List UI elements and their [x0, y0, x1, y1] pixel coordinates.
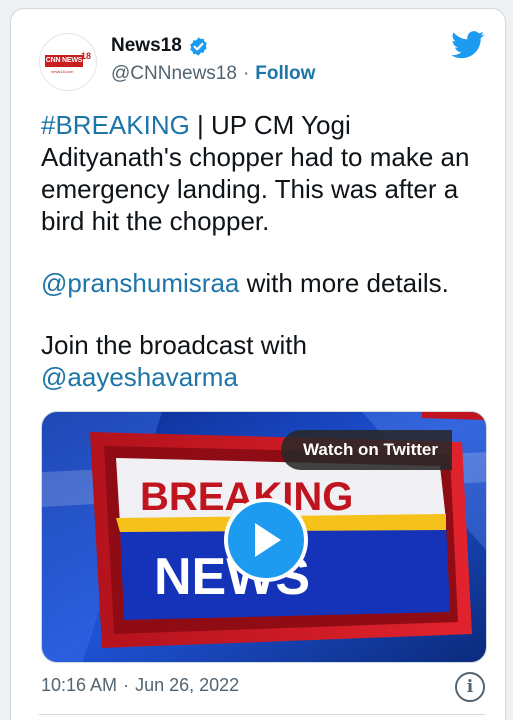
tweet-timestamp[interactable]: 10:16 AM · Jun 26, 2022	[41, 675, 239, 696]
info-icon[interactable]: i	[455, 672, 485, 702]
divider	[39, 714, 485, 715]
play-icon	[255, 523, 281, 557]
author-handle-row: @CNNnews18 · Follow	[111, 63, 315, 85]
logo-number: 18	[81, 51, 92, 61]
mention-link-1[interactable]: @pranshumisraa	[41, 268, 239, 298]
tweet-text: #BREAKING | UP CM Yogi Adityanath's chop…	[41, 109, 491, 393]
handle-separator: ·	[242, 63, 250, 84]
avatar[interactable]: CNN NEWS 18 news18.com	[39, 33, 97, 91]
timestamp-separator: ·	[123, 675, 130, 695]
tweet-card: CNN NEWS 18 news18.com News18 @CNNnews18…	[10, 8, 506, 720]
news18-logo: CNN NEWS 18 news18.com	[45, 51, 92, 74]
logo-cnn-text: CNN NEWS	[45, 55, 83, 67]
twitter-bird-icon[interactable]	[451, 31, 485, 59]
tweet-paragraph-1: #BREAKING | UP CM Yogi Adityanath's chop…	[41, 109, 491, 237]
tweet-text-3: Join the broadcast with	[41, 330, 307, 360]
tweet-paragraph-2: @pranshumisraa with more details.	[41, 267, 491, 299]
tweet-paragraph-4: @aayeshavarma	[41, 361, 491, 393]
watch-on-twitter-button[interactable]: Watch on Twitter	[280, 430, 452, 470]
video-media[interactable]: BREAKING NEWS Watch on Twitter	[41, 411, 487, 663]
verified-badge-icon	[190, 36, 207, 56]
follow-button[interactable]: Follow	[255, 63, 315, 85]
author-display-name[interactable]: News18	[111, 35, 182, 57]
author-name-row: News18	[111, 35, 209, 57]
tweet-time: 10:16 AM	[41, 675, 118, 695]
tweet-date: Jun 26, 2022	[135, 675, 240, 695]
mention-link-2[interactable]: @aayeshavarma	[41, 362, 238, 392]
tweet-text-2: with more details.	[239, 268, 449, 298]
logo-site: news18.com	[51, 69, 74, 74]
play-button[interactable]	[224, 498, 308, 582]
hashtag-link[interactable]: #BREAKING	[41, 110, 190, 140]
author-handle[interactable]: @CNNnews18	[111, 63, 237, 85]
